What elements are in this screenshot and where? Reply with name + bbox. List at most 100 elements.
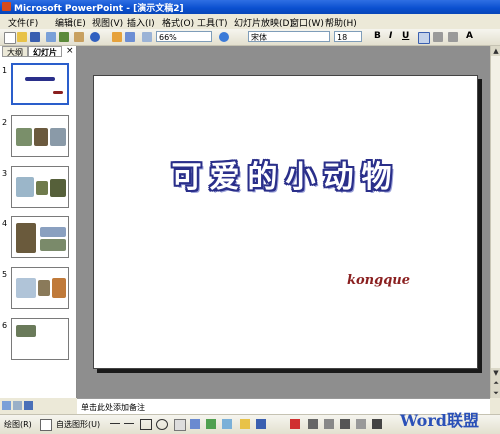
autoshapes-menu[interactable]: 自选图形(U) — [56, 419, 100, 430]
undo-icon[interactable] — [90, 32, 100, 42]
next-slide-icon[interactable]: ⏷ — [491, 388, 500, 398]
slide-thumbnail-3[interactable] — [11, 166, 69, 208]
clipart-icon[interactable] — [206, 419, 216, 429]
italic-button[interactable]: I — [389, 31, 392, 41]
menu-slideshow[interactable]: 幻灯片放映(D) — [234, 16, 293, 29]
grid-icon[interactable] — [142, 32, 152, 42]
line-style-icon[interactable] — [308, 419, 318, 429]
normal-view-icon[interactable] — [2, 401, 11, 410]
spelling-icon[interactable] — [59, 32, 69, 42]
zoom-select[interactable]: 66% — [156, 31, 212, 42]
3d-style-icon[interactable] — [372, 419, 382, 429]
animal-photo — [16, 128, 32, 146]
center-icon[interactable] — [433, 32, 443, 42]
vertical-scrollbar[interactable]: ▲ ▼ ⏶ ⏷ — [490, 46, 500, 398]
arrow-style-icon[interactable] — [340, 419, 350, 429]
title-bar: Microsoft PowerPoint - [演示文稿2] — [0, 0, 500, 14]
slide-sorter-icon[interactable] — [13, 401, 22, 410]
save-icon[interactable] — [30, 32, 40, 42]
menu-format[interactable]: 格式(O) — [162, 16, 194, 29]
oval-icon[interactable] — [156, 419, 168, 430]
menu-view[interactable]: 视图(V) — [92, 16, 123, 29]
wordart-icon[interactable] — [190, 419, 200, 429]
slide-number: 1 — [2, 66, 8, 75]
animal-photo — [16, 325, 36, 337]
align-right-icon[interactable] — [448, 32, 458, 42]
previous-slide-icon[interactable]: ⏶ — [491, 378, 500, 388]
notes-placeholder: 单击此处添加备注 — [81, 403, 145, 412]
bold-button[interactable]: B — [374, 31, 381, 41]
underline-button[interactable]: U — [402, 31, 409, 41]
insert-table-icon[interactable] — [125, 32, 135, 42]
tab-outline[interactable]: 大纲 — [2, 46, 28, 57]
picture-icon[interactable] — [222, 419, 232, 429]
slide-thumbnail-4[interactable] — [11, 216, 69, 258]
watermark-logo: Word联盟 — [400, 411, 479, 430]
menu-file[interactable]: 文件(F) — [8, 16, 38, 29]
draw-menu[interactable]: 绘图(R) — [4, 419, 32, 430]
font-select[interactable]: 宋体 — [248, 31, 330, 42]
grow-font-button[interactable]: A — [466, 31, 473, 41]
tab-slides[interactable]: 幻灯片 — [28, 46, 62, 57]
current-slide[interactable]: 可爱的小动物 kongque — [93, 75, 478, 369]
slide-number: 5 — [2, 270, 8, 279]
arrow-icon[interactable] — [124, 423, 134, 424]
slide-thumbnail-5[interactable] — [11, 267, 69, 309]
font-color-icon[interactable] — [290, 419, 300, 429]
slide-thumbnail-2[interactable] — [11, 115, 69, 157]
thumb-subtitle — [53, 91, 63, 94]
print-icon[interactable] — [46, 32, 56, 42]
scroll-up-icon[interactable]: ▲ — [491, 46, 500, 56]
animal-photo — [16, 278, 36, 298]
shadow-icon[interactable] — [356, 419, 366, 429]
animal-photo — [50, 128, 66, 146]
animal-photo — [16, 223, 36, 253]
menu-help[interactable]: 帮助(H) — [325, 16, 357, 29]
animal-photo — [40, 239, 66, 251]
rectangle-icon[interactable] — [140, 419, 152, 430]
line-icon[interactable] — [110, 423, 120, 424]
slide-title[interactable]: 可爱的小动物 — [94, 152, 477, 196]
font-size-select[interactable]: 18 — [334, 31, 362, 42]
drawing-toolbar: 绘图(R) 自选图形(U) Word联盟 — [0, 411, 500, 434]
slide-number: 2 — [2, 118, 8, 127]
slides-pane: 大纲 幻灯片 × 1 2 3 4 5 6 — [0, 46, 77, 398]
menu-bar: 文件(F) 编辑(E) 视图(V) 插入(I) 格式(O) 工具(T) 幻灯片放… — [0, 14, 500, 29]
insert-chart-icon[interactable] — [112, 32, 122, 42]
slide-number: 6 — [2, 321, 8, 330]
scroll-down-icon[interactable]: ▼ — [491, 368, 500, 378]
select-pointer-icon[interactable] — [40, 419, 52, 431]
open-folder-icon[interactable] — [17, 32, 27, 42]
slide-subtitle[interactable]: kongque — [347, 273, 410, 288]
new-document-icon[interactable] — [4, 32, 16, 44]
menu-insert[interactable]: 插入(I) — [127, 16, 155, 29]
slide-number: 4 — [2, 219, 8, 228]
paste-icon[interactable] — [74, 32, 84, 42]
animal-photo — [34, 128, 48, 146]
menu-tools[interactable]: 工具(T) — [197, 16, 228, 29]
animal-photo — [36, 181, 48, 195]
animal-photo — [38, 280, 50, 296]
slide-number: 3 — [2, 169, 8, 178]
view-buttons — [0, 398, 77, 414]
slide-thumbnail-6[interactable] — [11, 318, 69, 360]
powerpoint-app-icon — [2, 2, 11, 11]
thumb-title — [25, 77, 55, 81]
animal-photo — [40, 227, 66, 237]
animal-photo — [16, 177, 34, 197]
textbox-icon[interactable] — [174, 419, 186, 431]
menu-window[interactable]: 窗口(W) — [290, 16, 324, 29]
standard-toolbar: 66% 宋体 18 B I U A — [0, 29, 500, 46]
align-left-icon[interactable] — [418, 32, 430, 44]
slideshow-icon[interactable] — [24, 401, 33, 410]
help-icon[interactable] — [219, 32, 229, 42]
window-title: Microsoft PowerPoint - [演示文稿2] — [14, 4, 184, 14]
dash-style-icon[interactable] — [324, 419, 334, 429]
close-pane-icon[interactable]: × — [66, 46, 74, 56]
animal-photo — [52, 278, 66, 298]
slide-thumbnail-1[interactable] — [11, 63, 69, 105]
line-color-icon[interactable] — [256, 419, 266, 429]
animal-photo — [50, 179, 66, 197]
fill-color-icon[interactable] — [240, 419, 250, 429]
menu-edit[interactable]: 编辑(E) — [55, 16, 86, 29]
